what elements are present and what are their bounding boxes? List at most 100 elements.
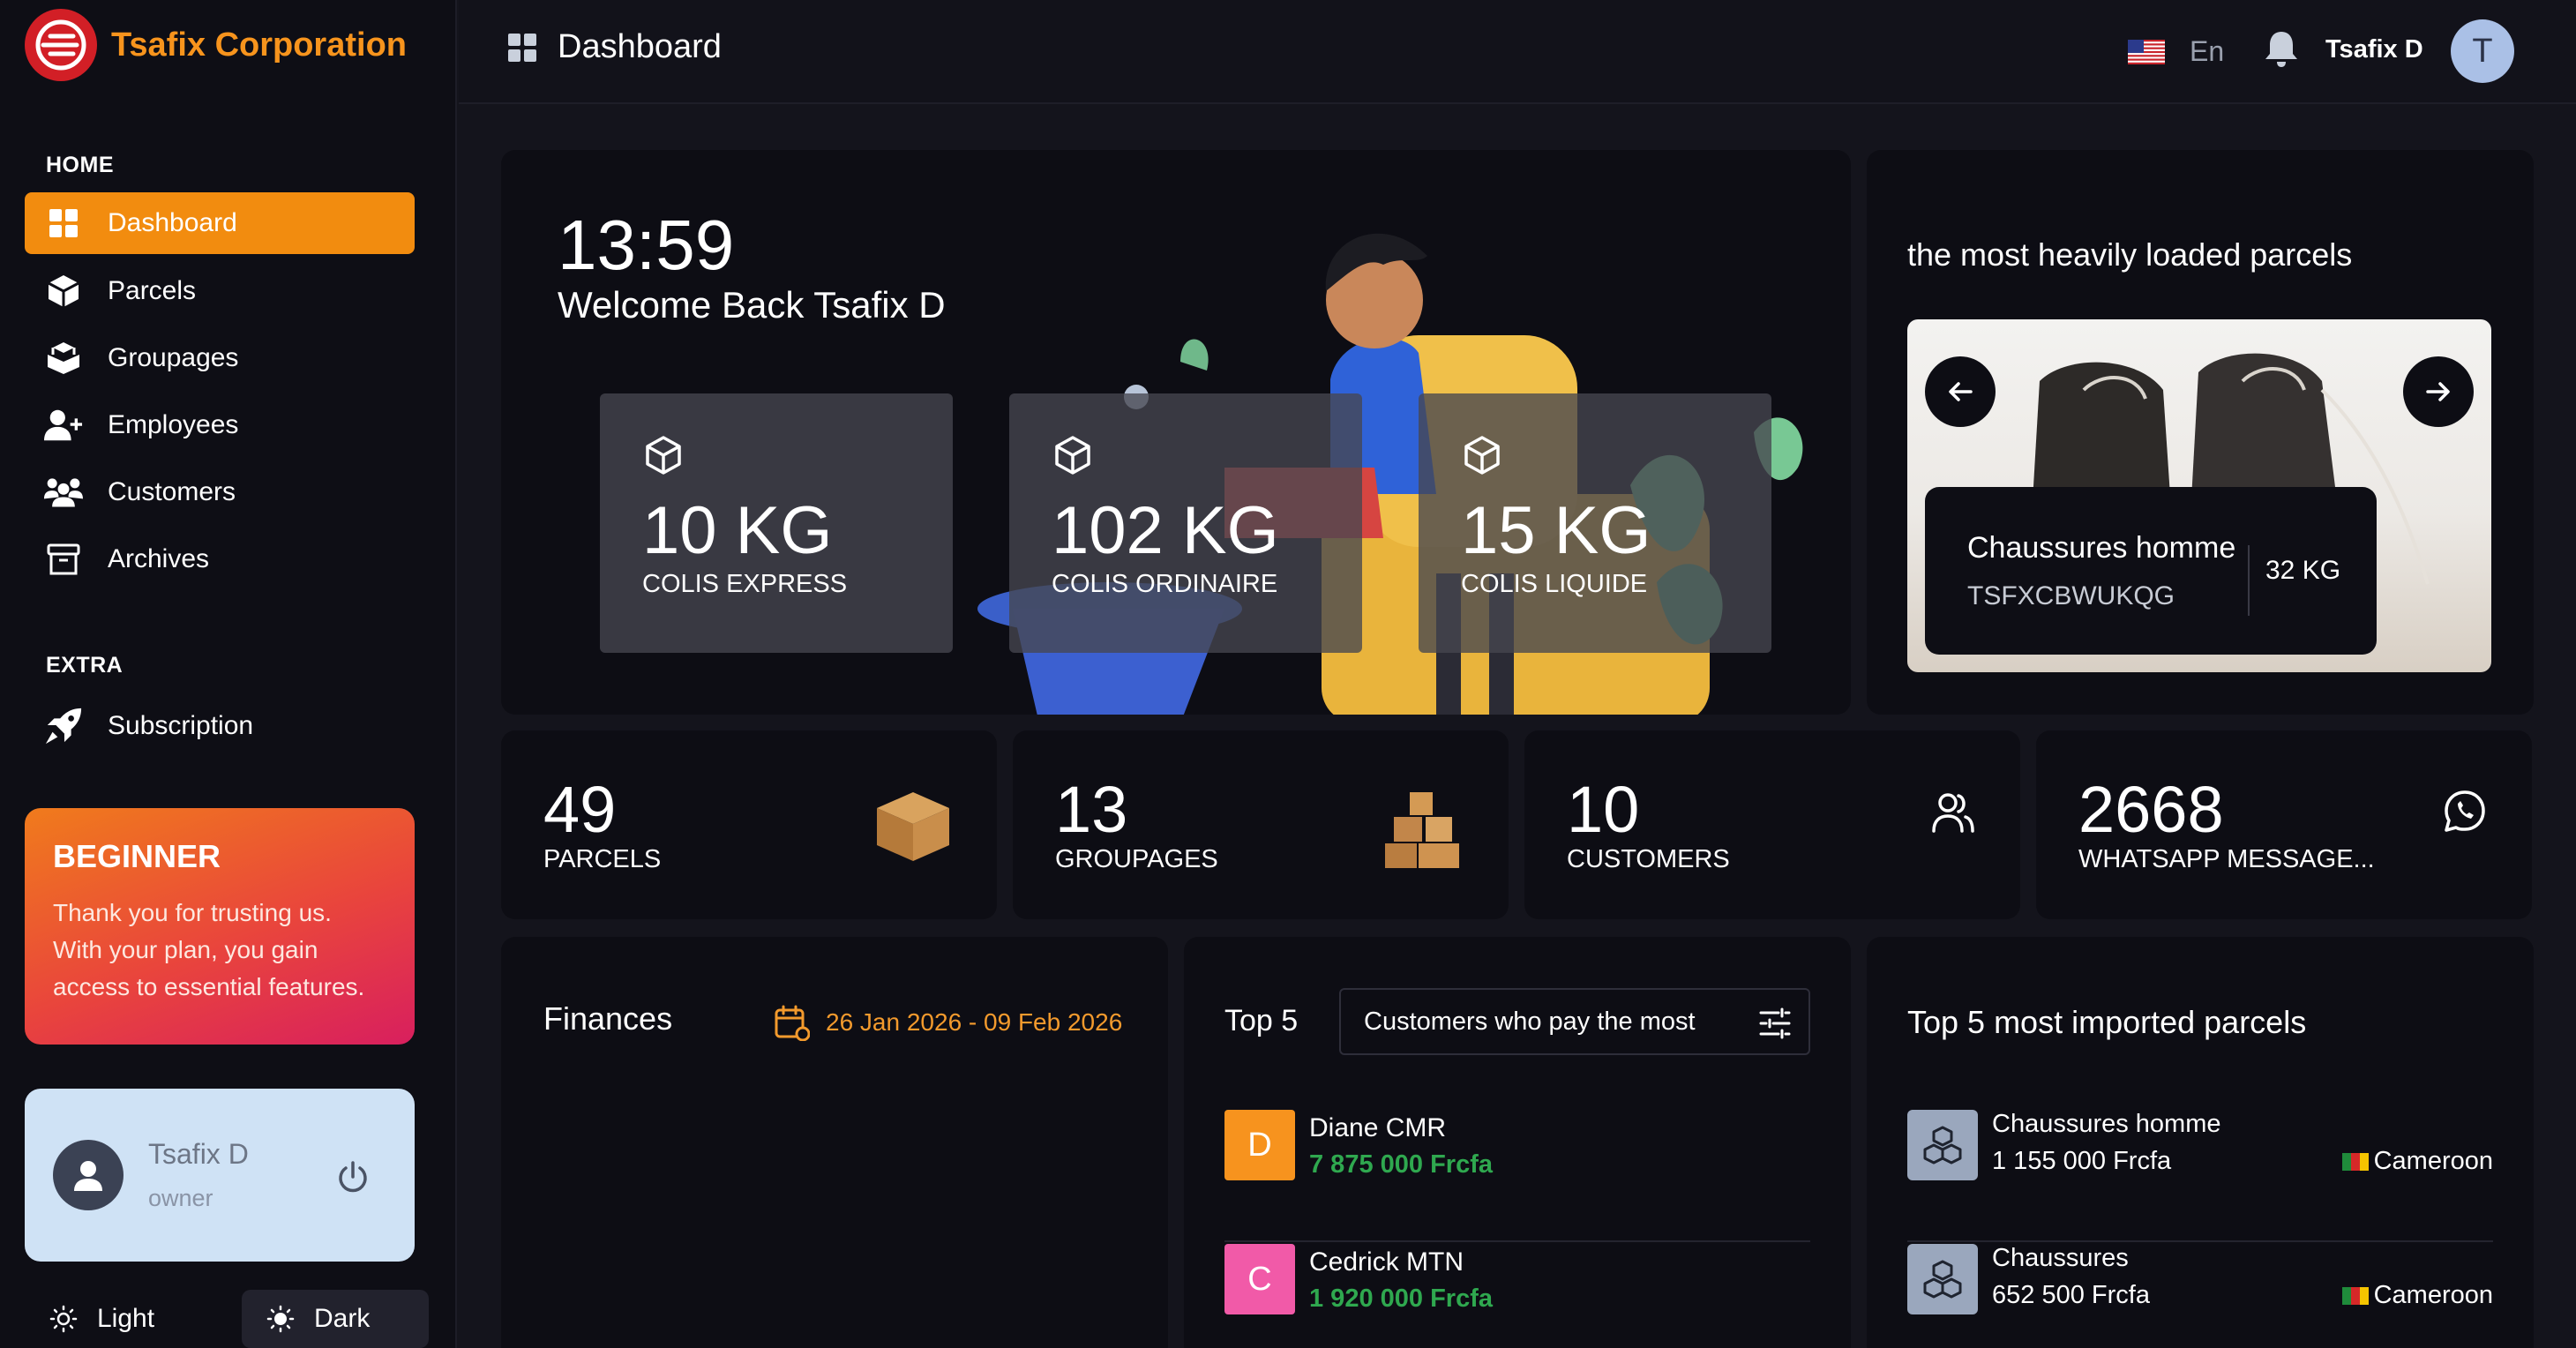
weight-value: 102 KG — [1052, 493, 1279, 568]
parcel-carousel: Chaussures homme TSFXCBWUKQG 32 KG — [1907, 319, 2491, 672]
sidebar-item-employees[interactable]: Employees — [25, 394, 415, 456]
sliders-icon — [1757, 1006, 1793, 1041]
header-user-name[interactable]: Tsafix D — [2325, 35, 2423, 64]
user-role: owner — [148, 1185, 213, 1211]
parcel-name: Chaussures homme — [1992, 1110, 2221, 1138]
whatsapp-icon — [2442, 789, 2488, 835]
sidebar-item-archives[interactable]: Archives — [25, 528, 415, 590]
sidebar-item-customers[interactable]: Customers — [25, 461, 415, 523]
logo-icon — [25, 9, 97, 81]
logout-icon[interactable] — [335, 1159, 371, 1199]
customer-row[interactable]: D Diane CMR 7 875 000 Frcfa — [1224, 1110, 1810, 1242]
user-name: Tsafix D — [148, 1138, 249, 1170]
brand-name: Tsafix Corporation — [111, 26, 407, 64]
date-range-picker[interactable]: 26 Jan 2026 - 09 Feb 2026 — [773, 1004, 1122, 1041]
sidebar-item-label: Groupages — [108, 343, 239, 372]
weight-card-ordinaire: 102 KG COLIS ORDINAIRE — [1009, 393, 1362, 653]
parcel-amount: 652 500 Frcfa — [1992, 1281, 2150, 1309]
parcel-country: Cameroon — [2341, 1281, 2493, 1310]
stat-card-parcels[interactable]: 49 PARCELS — [501, 730, 997, 919]
dark-theme-label: Dark — [314, 1304, 371, 1333]
page-title-text: Dashboard — [558, 28, 722, 65]
calendar-icon — [773, 1004, 810, 1041]
header-avatar[interactable]: T — [2451, 19, 2514, 83]
customer-initial-badge: D — [1224, 1110, 1295, 1180]
sidebar-item-label: Subscription — [108, 711, 254, 740]
welcome-card: 13:59 Welcome Back Tsafix D 10 KG COLIS … — [501, 150, 1851, 715]
sidebar-item-subscription[interactable]: Subscription — [25, 695, 415, 757]
plan-text: Thank you for trusting us. With your pla… — [53, 899, 365, 1000]
customer-name: Cedrick MTN — [1309, 1247, 1464, 1277]
finances-title: Finances — [543, 1000, 673, 1037]
light-theme-button[interactable]: Light — [25, 1290, 213, 1348]
imported-row[interactable]: Chaussures homme 1 155 000 Frcfa Cameroo… — [1907, 1110, 2493, 1242]
sun-outline-icon — [49, 1305, 78, 1333]
users-outline-icon — [1928, 789, 1976, 836]
cube-icon — [642, 434, 910, 476]
sidebar-item-parcels[interactable]: Parcels — [25, 260, 415, 322]
heaviest-parcels-title: the most heavily loaded parcels — [1907, 236, 2353, 273]
brand-logo[interactable]: Tsafix Corporation — [25, 9, 407, 81]
notification-bell-icon[interactable] — [2262, 28, 2301, 73]
customer-row[interactable]: C Cedrick MTN 1 920 000 Frcfa — [1224, 1244, 1810, 1348]
top5-filter-select[interactable]: Customers who pay the most — [1339, 988, 1810, 1055]
sidebar-item-label: Customers — [108, 477, 236, 506]
stat-card-customers[interactable]: 10 CUSTOMERS — [1524, 730, 2020, 919]
parcel-amount: 1 155 000 Frcfa — [1992, 1147, 2172, 1175]
stat-value: 13 — [1055, 773, 1128, 846]
top-customers-card: Top 5 Customers who pay the most D Diane… — [1184, 937, 1851, 1348]
grid-icon — [506, 32, 538, 64]
cube-icon — [1052, 434, 1320, 476]
weight-value: 15 KG — [1461, 493, 1651, 568]
stat-value: 10 — [1567, 773, 1640, 846]
boxes-stack-icon — [1907, 1110, 1978, 1180]
section-home-label: HOME — [46, 153, 114, 177]
stat-card-groupages[interactable]: 13 GROUPAGES — [1013, 730, 1509, 919]
weight-label: COLIS LIQUIDE — [1461, 570, 1648, 598]
stat-card-whatsapp[interactable]: 2668 WHATSAPP MESSAGE... — [2036, 730, 2532, 919]
dark-theme-button[interactable]: Dark — [242, 1290, 429, 1348]
stat-label: WHATSAPP MESSAGE... — [2078, 845, 2375, 873]
parcel-weight: 32 KG — [2265, 556, 2341, 585]
welcome-text: Welcome Back Tsafix D — [558, 284, 946, 326]
grid-icon — [44, 204, 83, 243]
plan-card: BEGINNER Thank you for trusting us. With… — [25, 808, 415, 1045]
imported-row[interactable]: Chaussures 652 500 Frcfa Cameroon — [1907, 1244, 2493, 1348]
stat-label: PARCELS — [543, 845, 662, 873]
user-plus-icon — [44, 406, 83, 445]
stat-label: GROUPAGES — [1055, 845, 1218, 873]
stat-label: CUSTOMERS — [1567, 845, 1730, 873]
carousel-prev-button[interactable] — [1925, 356, 1996, 427]
boxes-stack-icon — [1907, 1244, 1978, 1314]
sidebar-item-label: Archives — [108, 544, 210, 573]
parcel-code: TSFXCBWUKQG — [1967, 580, 2175, 610]
top-header: Dashboard En Tsafix D T — [459, 0, 2576, 104]
cameroon-flag-icon — [2341, 1286, 2369, 1305]
parcel-info-chip[interactable]: Chaussures homme TSFXCBWUKQG 32 KG — [1925, 487, 2377, 655]
archive-icon — [44, 540, 83, 579]
stat-value: 49 — [543, 773, 617, 846]
cameroon-flag-icon — [2341, 1152, 2369, 1171]
weight-card-liquide: 15 KG COLIS LIQUIDE — [1419, 393, 1771, 653]
parcel-country: Cameroon — [2341, 1147, 2493, 1176]
arrow-left-icon — [1949, 382, 1973, 401]
finances-card: Finances 26 Jan 2026 - 09 Feb 2026 — [501, 937, 1168, 1348]
carousel-next-button[interactable] — [2403, 356, 2474, 427]
plan-title: BEGINNER — [53, 838, 221, 874]
top-imported-card: Top 5 most imported parcels Chaussures h… — [1867, 937, 2534, 1348]
light-theme-label: Light — [97, 1304, 155, 1333]
language-label: En — [2190, 35, 2225, 67]
cube-icon — [1461, 434, 1729, 476]
language-selector[interactable]: En — [2128, 35, 2224, 68]
box-icon — [44, 272, 83, 311]
rocket-icon — [44, 707, 83, 745]
weight-label: COLIS ORDINAIRE — [1052, 570, 1278, 598]
top5-filter-value: Customers who pay the most — [1364, 1007, 1696, 1036]
date-range-text: 26 Jan 2026 - 09 Feb 2026 — [826, 1008, 1123, 1036]
sidebar-item-groupages[interactable]: Groupages — [25, 327, 415, 389]
sidebar-item-dashboard[interactable]: Dashboard — [25, 192, 415, 254]
customer-amount: 7 875 000 Frcfa — [1309, 1150, 1493, 1179]
sun-filled-icon — [266, 1305, 295, 1333]
customer-name: Diane CMR — [1309, 1113, 1447, 1142]
user-card: Tsafix D owner — [25, 1089, 415, 1262]
